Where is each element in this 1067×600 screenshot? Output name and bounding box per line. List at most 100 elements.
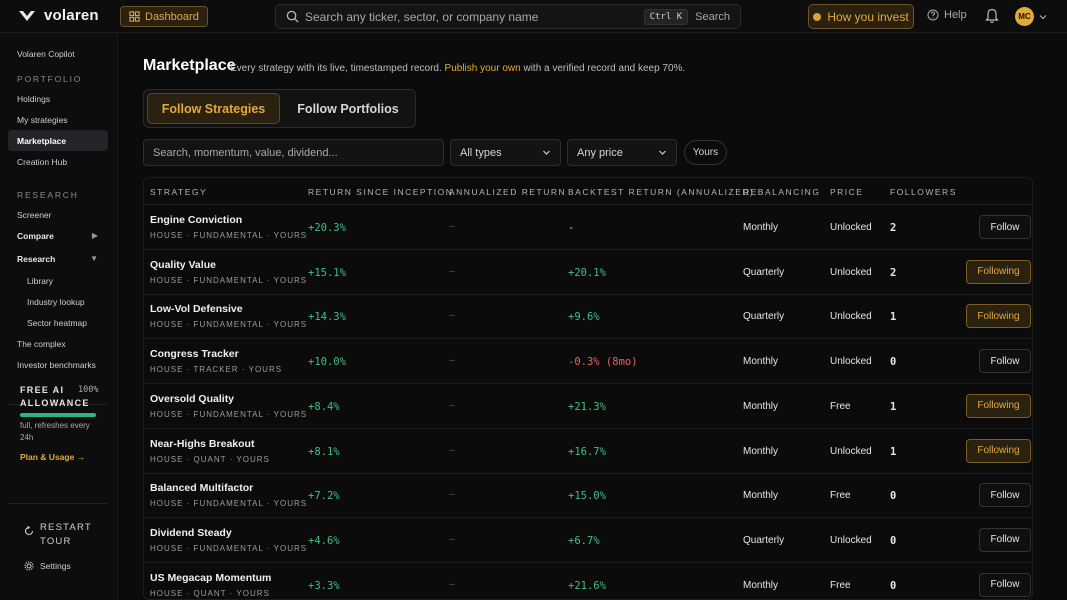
strategy-name[interactable]: Quality Value <box>150 259 216 271</box>
sidebar-item-copilot[interactable]: Volaren Copilot <box>8 43 108 64</box>
return-since-inception: +4.6% <box>308 534 340 547</box>
following-button[interactable]: Following <box>966 438 1031 463</box>
column-header-return[interactable]: RETURN SINCE INCEPTION <box>308 187 453 197</box>
sidebar-item-the-complex[interactable]: The complex <box>8 333 108 354</box>
column-header-strategy[interactable]: STRATEGY <box>150 187 207 197</box>
follow-button[interactable]: Follow <box>979 349 1031 374</box>
follow-button[interactable]: Follow <box>979 527 1031 552</box>
sidebar-item-screener[interactable]: Screener <box>8 204 108 225</box>
global-search-input[interactable]: Search any ticker, sector, or company na… <box>275 4 741 29</box>
bell-icon[interactable] <box>985 8 999 24</box>
help-label: Help <box>944 9 967 21</box>
restart-icon <box>24 526 34 536</box>
strategy-name[interactable]: US Megacap Momentum <box>150 572 271 584</box>
plan-usage-link[interactable]: Plan & Usage → <box>20 452 85 462</box>
table-row[interactable]: US Megacap Momentum HOUSE · QUANT · YOURS… <box>144 563 1032 599</box>
strategy-tags: HOUSE · FUNDAMENTAL · YOURS <box>150 320 308 330</box>
sidebar-item-my-strategies[interactable]: My strategies <box>8 109 108 130</box>
table-row[interactable]: Dividend Steady HOUSE · FUNDAMENTAL · YOU… <box>144 518 1032 563</box>
strategy-search-input[interactable]: Search, momentum, value, dividend... <box>143 139 444 166</box>
table-row[interactable]: Congress Tracker HOUSE · TRACKER · YOURS +… <box>144 339 1032 385</box>
rebalancing-value: Quarterly <box>743 311 785 323</box>
tab-follow-portfolios[interactable]: Follow Portfolios <box>286 93 410 124</box>
settings-button[interactable]: Settings <box>24 561 71 571</box>
table-row[interactable]: Engine Conviction HOUSE · FUNDAMENTAL · Y… <box>144 205 1032 250</box>
return-since-inception: +3.3% <box>308 579 340 592</box>
column-header-followers[interactable]: FOLLOWERS <box>890 187 957 197</box>
column-header-rebalancing[interactable]: REBALANCING <box>743 187 820 197</box>
column-header-annualized[interactable]: ANNUALIZED RETURN <box>449 187 566 197</box>
publish-your-own-link[interactable]: Publish your own <box>445 63 521 74</box>
page-title: Marketplace <box>143 57 236 74</box>
yours-filter-chip[interactable]: Yours <box>684 140 727 165</box>
sidebar-item-investor-benchmarks[interactable]: Investor benchmarks <box>8 354 108 375</box>
sidebar-item-research[interactable]: Research ▼ <box>8 248 108 269</box>
avatar: MC <box>1015 7 1034 26</box>
strategy-name[interactable]: Low-Vol Defensive <box>150 303 243 315</box>
followers-count: 2 <box>890 222 897 234</box>
sidebar-item-library[interactable]: Library <box>18 270 108 291</box>
annualized-return: – <box>449 444 455 456</box>
following-button[interactable]: Following <box>966 304 1031 329</box>
price-select[interactable]: Any price <box>567 139 677 166</box>
annualized-return: – <box>449 221 455 232</box>
settings-label: Settings <box>40 561 71 571</box>
annualized-return: – <box>449 399 455 411</box>
sidebar-item-marketplace[interactable]: Marketplace <box>8 130 108 151</box>
sidebar-item-compare[interactable]: Compare ▶ <box>8 225 108 246</box>
ai-allowance-bar <box>20 413 96 417</box>
price-value: Unlocked <box>830 356 872 368</box>
sidebar-item-industry-lookup[interactable]: Industry lookup <box>18 291 108 312</box>
follow-button[interactable]: Follow <box>979 215 1031 239</box>
logo[interactable]: volaren <box>18 7 99 24</box>
strategy-name[interactable]: Congress Tracker <box>150 348 239 360</box>
strategy-name[interactable]: Oversold Quality <box>150 393 234 405</box>
page-subtitle: Every strategy with its live, timestampe… <box>230 63 685 74</box>
column-header-backtest[interactable]: BACKTEST RETURN (ANNUALIZED) <box>568 187 754 197</box>
dashboard-button[interactable]: Dashboard <box>120 6 208 27</box>
search-shortcut-label: Search <box>695 10 730 23</box>
page-subtitle-text: Every strategy with its live, timestampe… <box>230 63 442 74</box>
sidebar-item-sector-heatmap[interactable]: Sector heatmap <box>18 312 108 333</box>
return-since-inception: +14.3% <box>308 311 346 324</box>
backtest-return: +20.1% <box>568 266 606 279</box>
table-row[interactable]: Balanced Multifactor HOUSE · FUNDAMENTAL … <box>144 473 1032 519</box>
followers-count: 2 <box>890 266 897 279</box>
type-select[interactable]: All types <box>450 139 561 166</box>
price-value: Unlocked <box>830 266 872 278</box>
strategy-tags: HOUSE · FUNDAMENTAL · YOURS <box>150 543 308 553</box>
table-row[interactable]: Oversold Quality HOUSE · FUNDAMENTAL · YO… <box>144 384 1032 429</box>
rebalancing-value: Monthly <box>743 356 779 368</box>
follow-button[interactable]: Follow <box>979 483 1031 508</box>
strategy-tags: HOUSE · QUANT · YOURS <box>150 588 270 598</box>
table-row[interactable]: Quality Value HOUSE · FUNDAMENTAL · YOURS… <box>144 250 1032 295</box>
follow-button[interactable]: Follow <box>979 572 1031 597</box>
dashboard-label: Dashboard <box>145 10 199 23</box>
table-row[interactable]: Low-Vol Defensive HOUSE · FUNDAMENTAL · Y… <box>144 294 1032 340</box>
followers-count: 1 <box>890 311 897 324</box>
sidebar-item-creation-hub[interactable]: Creation Hub <box>8 151 108 172</box>
search-shortcut: Ctrl K <box>643 8 689 25</box>
table-row[interactable]: Near-Highs Breakout HOUSE · QUANT · YOURS… <box>144 429 1032 474</box>
return-since-inception: +8.4% <box>308 400 340 413</box>
help-button[interactable]: Help <box>927 9 967 21</box>
account-menu[interactable]: MC <box>1015 7 1047 26</box>
sidebar-item-holdings[interactable]: Holdings <box>8 88 108 109</box>
strategy-name[interactable]: Engine Conviction <box>150 214 242 226</box>
backtest-return: +9.6% <box>568 311 600 324</box>
backtest-return: +21.6% <box>568 579 606 592</box>
column-header-price[interactable]: PRICE <box>830 187 863 197</box>
strategy-name[interactable]: Dividend Steady <box>150 527 232 539</box>
following-button[interactable]: Following <box>966 393 1031 418</box>
followers-count: 0 <box>890 490 897 503</box>
strategies-table: STRATEGY RETURN SINCE INCEPTION ANNUALIZ… <box>143 177 1033 600</box>
followers-count: 1 <box>890 445 897 458</box>
following-button[interactable]: Following <box>966 259 1031 284</box>
search-icon <box>286 10 299 23</box>
chevron-down-icon <box>659 150 666 155</box>
tab-follow-strategies[interactable]: Follow Strategies <box>147 93 280 124</box>
strategy-name[interactable]: Near-Highs Breakout <box>150 438 254 450</box>
how-you-invest-button[interactable]: How you invest <box>808 4 914 29</box>
restart-tour-button[interactable]: RESTART TOUR <box>24 521 91 549</box>
strategy-name[interactable]: Balanced Multifactor <box>150 482 253 494</box>
